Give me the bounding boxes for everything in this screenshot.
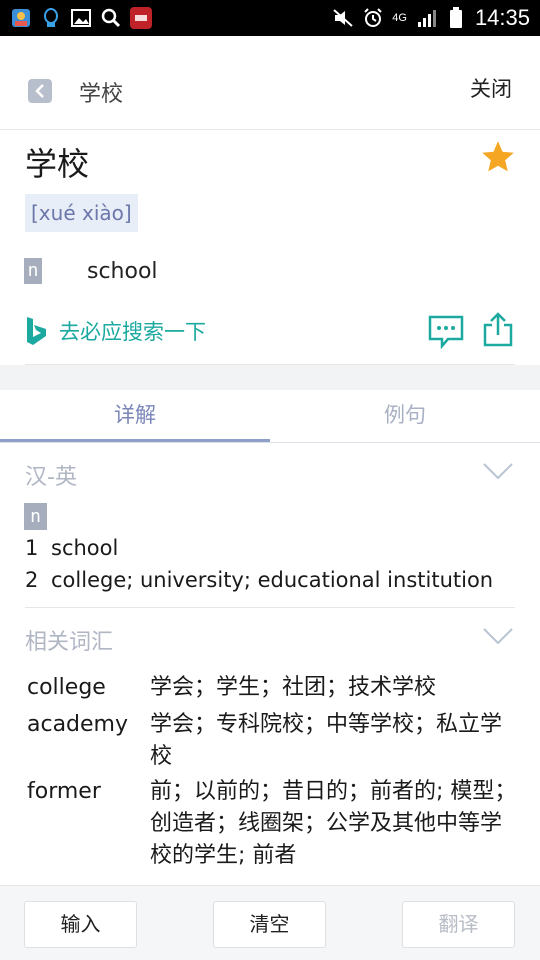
comment-button[interactable]: [428, 315, 464, 353]
image-icon: [70, 7, 92, 29]
youdao-icon: [130, 7, 152, 29]
pinyin: [xué xiào]: [25, 194, 138, 232]
collapse-chinese-english-button[interactable]: [483, 462, 513, 484]
tab-details[interactable]: 详解: [0, 390, 270, 443]
close-button[interactable]: 关闭: [470, 73, 512, 103]
bottom-toolbar: 输入 清空 翻译: [0, 885, 540, 960]
app-icon: [10, 7, 32, 29]
input-button[interactable]: 输入: [24, 901, 137, 948]
tab-examples[interactable]: 例句: [270, 390, 540, 443]
bing-search-link[interactable]: 去必应搜索一下: [25, 316, 206, 346]
section-gap: [0, 365, 540, 390]
chevron-down-icon: [483, 463, 513, 480]
tab-indicator: [0, 439, 270, 442]
battery-icon: [445, 7, 467, 29]
related-word: former: [27, 779, 101, 804]
related-word-definition: 学会；学生；社团；技术学校: [150, 675, 437, 700]
status-bar: 4G 14:35: [0, 0, 540, 36]
sense-item: 2 college; university; educational instit…: [25, 568, 493, 592]
entry-definition: school: [87, 259, 158, 284]
clear-button[interactable]: 清空: [213, 901, 326, 948]
translate-button[interactable]: 翻译: [402, 901, 515, 948]
alarm-icon: [362, 7, 384, 29]
related-word-definition: 学会；专科院校；中等学校；私立学校: [150, 712, 503, 769]
chevron-left-icon: [35, 84, 44, 98]
search-icon: [100, 7, 122, 29]
share-button[interactable]: [483, 311, 513, 351]
favorite-button[interactable]: [480, 139, 516, 179]
comment-icon: [428, 315, 464, 350]
section-heading-chinese-english: 汉-英: [25, 465, 77, 490]
status-icons-right: 4G 14:35: [332, 5, 530, 31]
back-button[interactable]: [28, 79, 52, 103]
header-title: 学校: [79, 82, 124, 107]
network-type: 4G: [392, 12, 407, 24]
sense-number: 2: [25, 568, 39, 592]
entry-word: 学校: [25, 145, 90, 183]
divider: [25, 607, 515, 608]
bing-search-label: 去必应搜索一下: [59, 320, 206, 344]
header: 学校 关闭: [0, 36, 540, 130]
section-heading-related: 相关词汇: [25, 630, 114, 655]
clock: 14:35: [474, 5, 530, 30]
sense-item: 1 school: [25, 536, 118, 560]
share-icon: [483, 312, 513, 347]
sense-text: college; university; educational institu…: [51, 568, 494, 592]
related-word: college: [27, 675, 106, 700]
tab-bar: 详解 例句: [0, 390, 540, 443]
qq-icon: [40, 7, 62, 29]
mute-icon: [332, 7, 354, 29]
sense-text: school: [51, 536, 119, 560]
pos-tag: n: [24, 258, 42, 284]
sense-number: 1: [25, 536, 39, 560]
collapse-related-button[interactable]: [483, 627, 513, 649]
word-entry: 学校 [xué xiào] n school 去必应搜索一下: [0, 131, 540, 365]
signal-icon: [415, 7, 437, 29]
bing-icon: [27, 317, 46, 345]
related-word-definition: 前；以前的；昔日的；前者的; 模型；创造者；线圈架；公学及其他中等学校的学生; …: [150, 779, 517, 868]
pos-tag: n: [24, 503, 47, 530]
related-word: academy: [27, 712, 129, 737]
star-icon: [482, 141, 514, 172]
chevron-down-icon: [483, 628, 513, 645]
status-icons-left: [10, 7, 152, 29]
